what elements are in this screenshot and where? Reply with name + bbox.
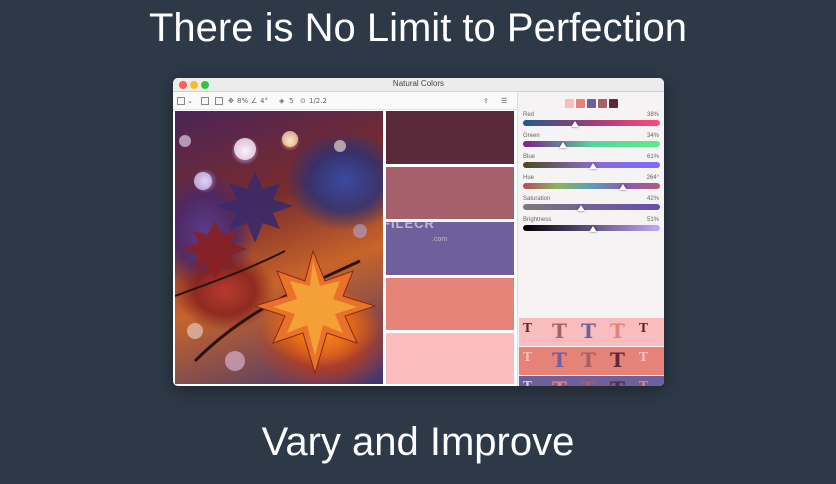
watermark: FILECR [382,216,435,231]
slider-thumb-brightness[interactable] [588,226,597,232]
typography-glyph: T [639,321,648,335]
typography-glyph: T [581,348,596,372]
slider-green[interactable] [523,141,660,147]
slider-thumb-red[interactable] [571,121,580,127]
headline-bottom: Vary and Improve [261,420,575,464]
slider-thumb-green[interactable] [558,142,567,148]
typography-glyph: T [639,379,648,386]
typography-glyph: T [523,379,532,386]
slider-saturation[interactable] [523,204,660,210]
image-icon[interactable] [215,97,223,105]
dropdown-icon[interactable]: ⌄ [187,95,193,107]
slider-value-green: 34% [646,133,659,139]
mini-swatch[interactable] [598,99,607,108]
slider-red[interactable] [523,120,660,126]
slider-value-hue: 264° [646,175,659,181]
slider-value-saturation: 42% [646,196,659,202]
typography-glyph: T [552,348,567,372]
typography-glyph: T [610,319,625,343]
typography-row: TTTTT [519,376,664,386]
slider-label-red: Red [523,112,535,118]
sidebar-toggle-icon[interactable]: ☰ [501,95,507,107]
typography-glyph: T [581,319,596,343]
watermark-sub: .com [432,236,448,243]
typography-row: TTTTT [519,347,664,375]
slider-thumb-blue[interactable] [588,163,597,169]
angle-icon[interactable]: ∠ [251,95,257,107]
frame-icon[interactable] [201,97,209,105]
typography-glyph: T [581,379,596,386]
mini-palette [565,95,620,108]
slider-value-red: 38% [646,112,659,118]
color-panel: Red 38% Green 34% Blue 61% Hue 264° Saturation 42… [517,92,664,386]
slider-thumb-hue[interactable] [619,184,627,190]
palette-swatches [384,111,517,384]
mini-swatch[interactable] [565,99,574,108]
typography-glyph: T [523,350,532,364]
typography-glyph: T [610,348,625,372]
mini-swatch[interactable] [576,99,585,108]
typography-glyph: T [639,350,648,364]
share-icon[interactable]: ⇪ [483,95,489,107]
palette-count-icon[interactable]: ◈ [279,95,284,107]
slider-thumb-saturation[interactable] [576,205,585,211]
slider-value-brightness: 51% [646,217,659,223]
slider-value-blue: 61% [646,154,659,160]
ratio-icon[interactable]: ⊙ [300,95,306,107]
swatch-coral[interactable] [386,278,514,330]
slider-label-brightness: Brightness [523,217,552,223]
slider-label-saturation: Saturation [523,196,551,202]
move-icon[interactable]: ✥ [228,95,234,107]
swatch-pink[interactable] [386,333,514,384]
typography-glyph: T [523,321,532,335]
mini-swatch[interactable] [587,99,596,108]
typography-preview: TTTTTTTTTTTTTTTTTTTTTTTTT [518,318,664,386]
zoom-value: 8% [237,97,249,105]
slider-label-hue: Hue [523,175,535,181]
slider-hue[interactable] [523,183,660,189]
slider-label-green: Green [523,133,540,139]
mini-swatch[interactable] [609,99,618,108]
title-bar: Natural Colors [173,78,664,92]
palette-count-value: 5 [289,97,294,105]
ratio-value: 1/2.2 [309,97,327,105]
toolbar: ⌄ ✥ 8% ∠ 4° ◈ 5 ⊙ 1/2.2 ⇪ ☰ [173,92,517,110]
maple-leaf-image [175,131,377,375]
app-window: Natural Colors ⌄ ✥ 8% ∠ 4° ◈ 5 ⊙ 1/2.2 ⇪… [173,78,664,386]
swatch-mauve[interactable] [386,167,514,219]
crop-icon[interactable] [177,97,185,105]
typography-glyph: T [610,379,625,386]
typography-glyph: T [552,379,567,386]
window-title: Natural Colors [392,79,445,88]
angle-value: 4° [260,97,268,105]
typography-row: TTTTT [519,318,664,346]
slider-label-blue: Blue [523,154,536,160]
headline-top: There is No Limit to Perfection [149,6,687,50]
typography-glyph: T [552,319,567,343]
swatch-plum[interactable] [386,111,514,164]
source-photo[interactable] [175,111,383,384]
